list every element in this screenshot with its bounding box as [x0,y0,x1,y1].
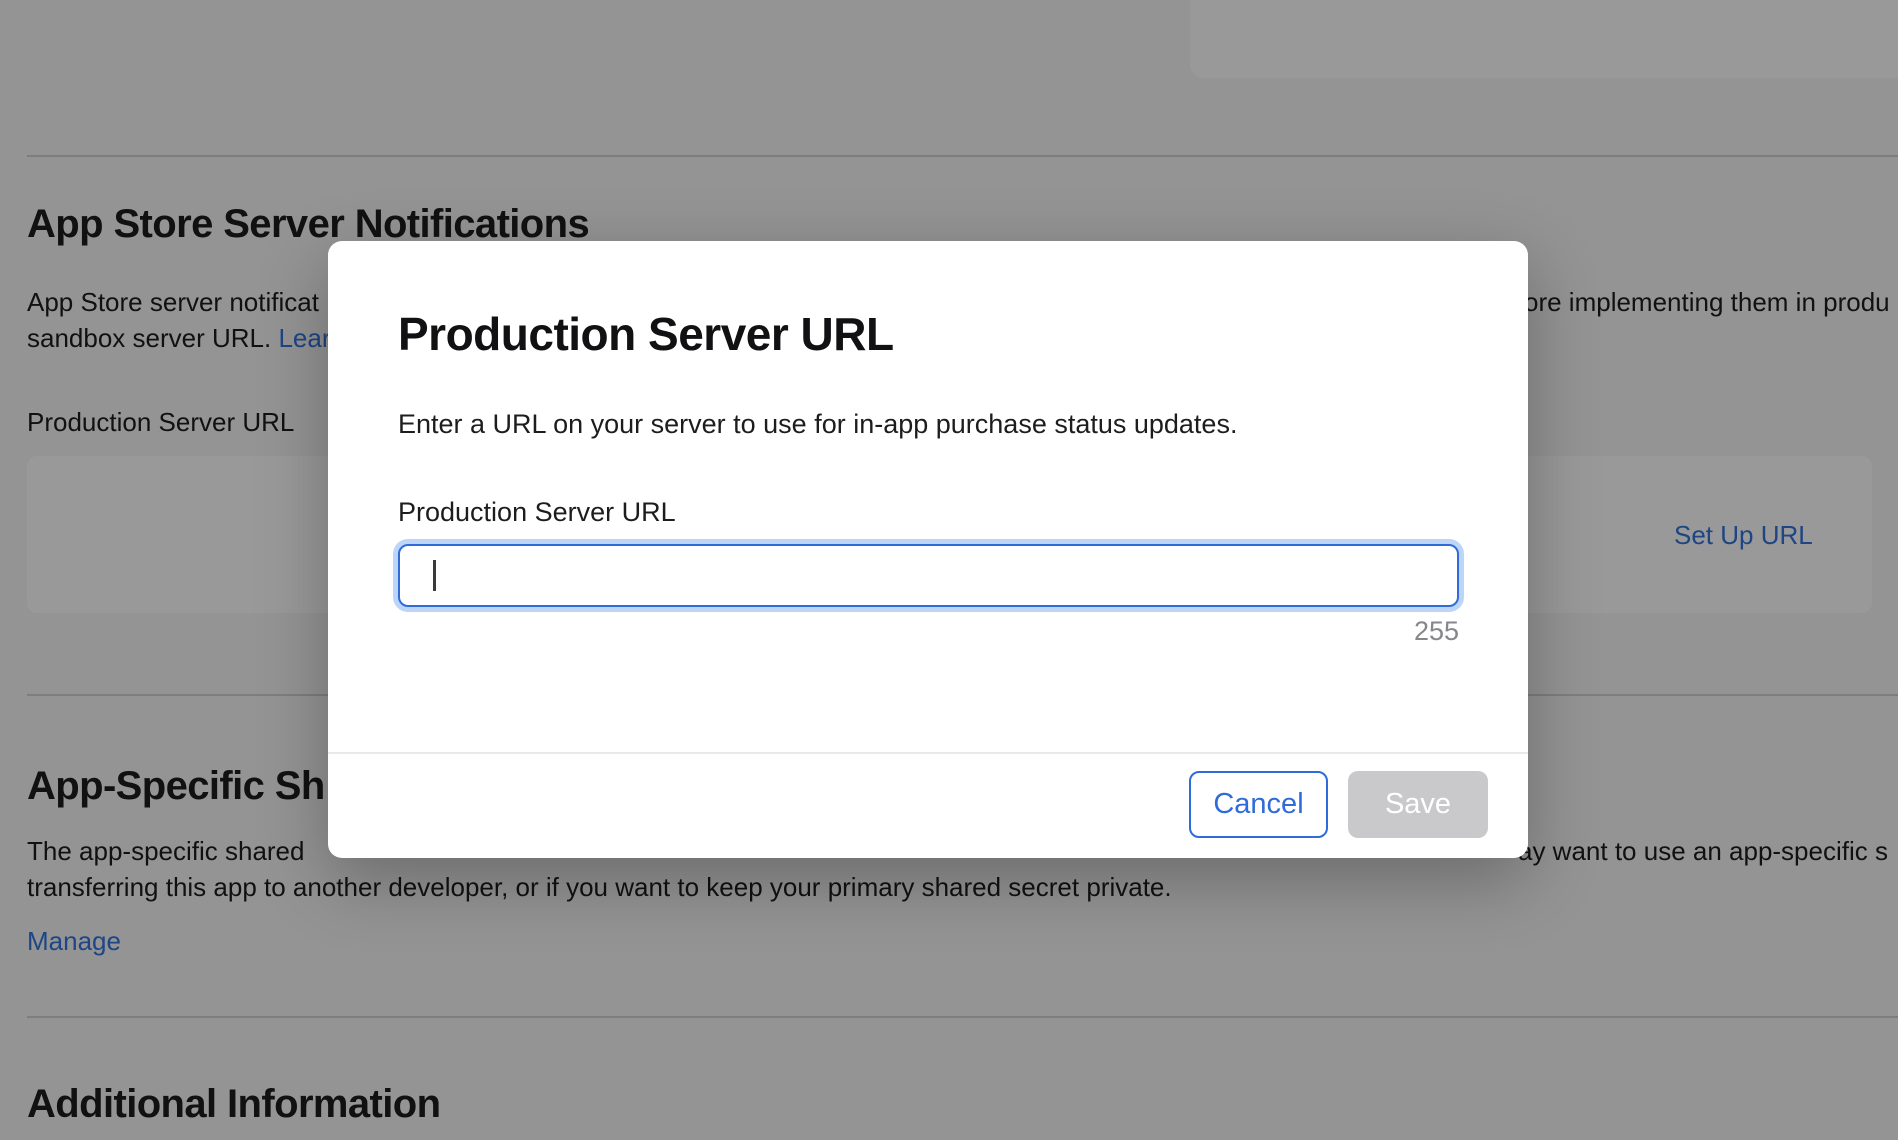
app-store-connect-page: App Store Server Notifications App Store… [0,0,1898,1140]
character-count: 255 [1414,616,1459,647]
dialog-footer-divider [328,752,1528,754]
production-server-url-input[interactable] [398,544,1459,607]
dialog-description: Enter a URL on your server to use for in… [398,409,1237,440]
save-button[interactable]: Save [1348,771,1488,838]
dialog-title: Production Server URL [398,307,894,361]
text-cursor [433,560,436,591]
url-input-wrap [398,544,1459,607]
url-field-label: Production Server URL [398,497,676,528]
dialog-footer: Cancel Save [1189,771,1488,838]
production-server-url-dialog: Production Server URL Enter a URL on you… [328,241,1528,858]
cancel-button[interactable]: Cancel [1189,771,1328,838]
